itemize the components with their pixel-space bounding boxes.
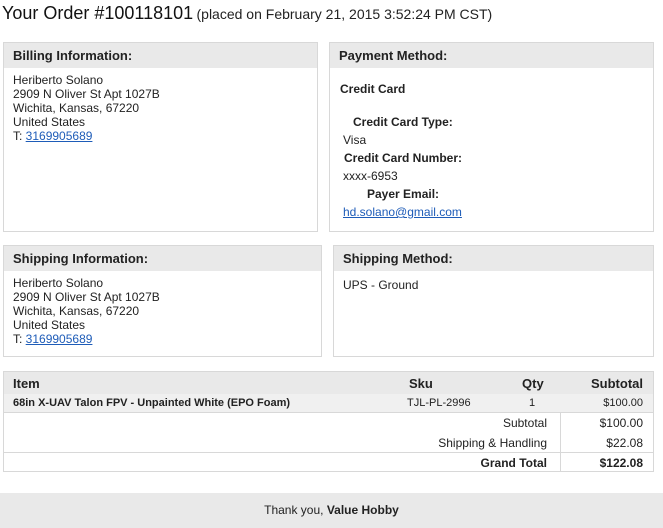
totals-row-divider bbox=[4, 452, 653, 453]
column-item: Item bbox=[13, 376, 40, 391]
column-sku: Sku bbox=[409, 376, 433, 391]
card-number-label: Credit Card Number: bbox=[344, 151, 463, 165]
table-row: 68in X-UAV Talon FPV - Unpainted White (… bbox=[4, 394, 653, 413]
billing-heading: Billing Information: bbox=[4, 43, 317, 68]
shipping-method-panel: Shipping Method: UPS - Ground bbox=[333, 245, 654, 357]
shipping-handling-label: Shipping & Handling bbox=[438, 436, 547, 450]
order-placed-date: (placed on February 21, 2015 3:52:24 PM … bbox=[196, 6, 493, 22]
shipping-information-panel: Shipping Information: Heriberto Solano 2… bbox=[3, 245, 322, 357]
shipping-heading: Shipping Information: bbox=[4, 246, 321, 271]
payer-email-link[interactable]: hd.solano@gmail.com bbox=[343, 205, 462, 219]
billing-phone-link[interactable]: 3169905689 bbox=[26, 129, 93, 143]
footer: Thank you, Value Hobby bbox=[0, 493, 663, 528]
item-name: 68in X-UAV Talon FPV - Unpainted White (… bbox=[13, 397, 291, 409]
billing-address: Heriberto Solano 2909 N Oliver St Apt 10… bbox=[4, 68, 317, 148]
billing-information-panel: Billing Information: Heriberto Solano 29… bbox=[3, 42, 318, 232]
order-number: Your Order #100118101 bbox=[2, 3, 194, 23]
order-title: Your Order #100118101 (placed on Februar… bbox=[2, 3, 492, 24]
item-subtotal: $100.00 bbox=[603, 397, 643, 409]
column-qty: Qty bbox=[522, 376, 544, 391]
card-number-value: xxxx-6953 bbox=[343, 169, 398, 183]
card-type-label: Credit Card Type: bbox=[353, 115, 453, 129]
grand-total-value: $122.08 bbox=[599, 456, 643, 470]
items-table-header: Item Sku Qty Subtotal bbox=[4, 372, 653, 394]
shipping-phone-line: T: 3169905689 bbox=[13, 332, 312, 346]
shipping-phone-prefix: T: bbox=[13, 332, 26, 346]
grand-total-label: Grand Total bbox=[480, 456, 547, 470]
shipping-address: Heriberto Solano 2909 N Oliver St Apt 10… bbox=[4, 271, 321, 351]
shipping-handling-value: $22.08 bbox=[606, 436, 643, 450]
subtotal-value: $100.00 bbox=[599, 416, 643, 430]
billing-phone-prefix: T: bbox=[13, 129, 26, 143]
card-type-value: Visa bbox=[343, 133, 367, 147]
column-subtotal: Subtotal bbox=[591, 376, 643, 391]
billing-city: Wichita, Kansas, 67220 bbox=[13, 101, 140, 115]
billing-street: 2909 N Oliver St Apt 1027B bbox=[13, 87, 160, 101]
footer-thanks: Thank you, bbox=[264, 503, 327, 517]
billing-name: Heriberto Solano bbox=[13, 73, 104, 87]
totals-divider bbox=[560, 413, 561, 472]
billing-phone-line: T: 3169905689 bbox=[13, 129, 308, 143]
billing-country: United States bbox=[13, 115, 86, 129]
shipping-street: 2909 N Oliver St Apt 1027B bbox=[13, 290, 160, 304]
footer-store-name: Value Hobby bbox=[326, 503, 399, 517]
item-sku: TJL-PL-2996 bbox=[407, 397, 471, 409]
subtotal-label: Subtotal bbox=[502, 416, 547, 430]
shipping-country: United States bbox=[13, 318, 86, 332]
shipping-city: Wichita, Kansas, 67220 bbox=[13, 304, 140, 318]
item-qty: 1 bbox=[529, 397, 536, 409]
payment-heading: Payment Method: bbox=[330, 43, 653, 68]
shipping-method-value: UPS - Ground bbox=[343, 278, 419, 292]
payment-method-panel: Payment Method: Credit Card Credit Card … bbox=[329, 42, 654, 232]
payment-method-name: Credit Card bbox=[340, 82, 406, 96]
shipping-name: Heriberto Solano bbox=[13, 276, 104, 290]
shipping-method-heading: Shipping Method: bbox=[334, 246, 653, 271]
payer-email-label: Payer Email: bbox=[367, 187, 440, 201]
order-items-table: Item Sku Qty Subtotal 68in X-UAV Talon F… bbox=[3, 371, 654, 472]
shipping-phone-link[interactable]: 3169905689 bbox=[26, 332, 93, 346]
